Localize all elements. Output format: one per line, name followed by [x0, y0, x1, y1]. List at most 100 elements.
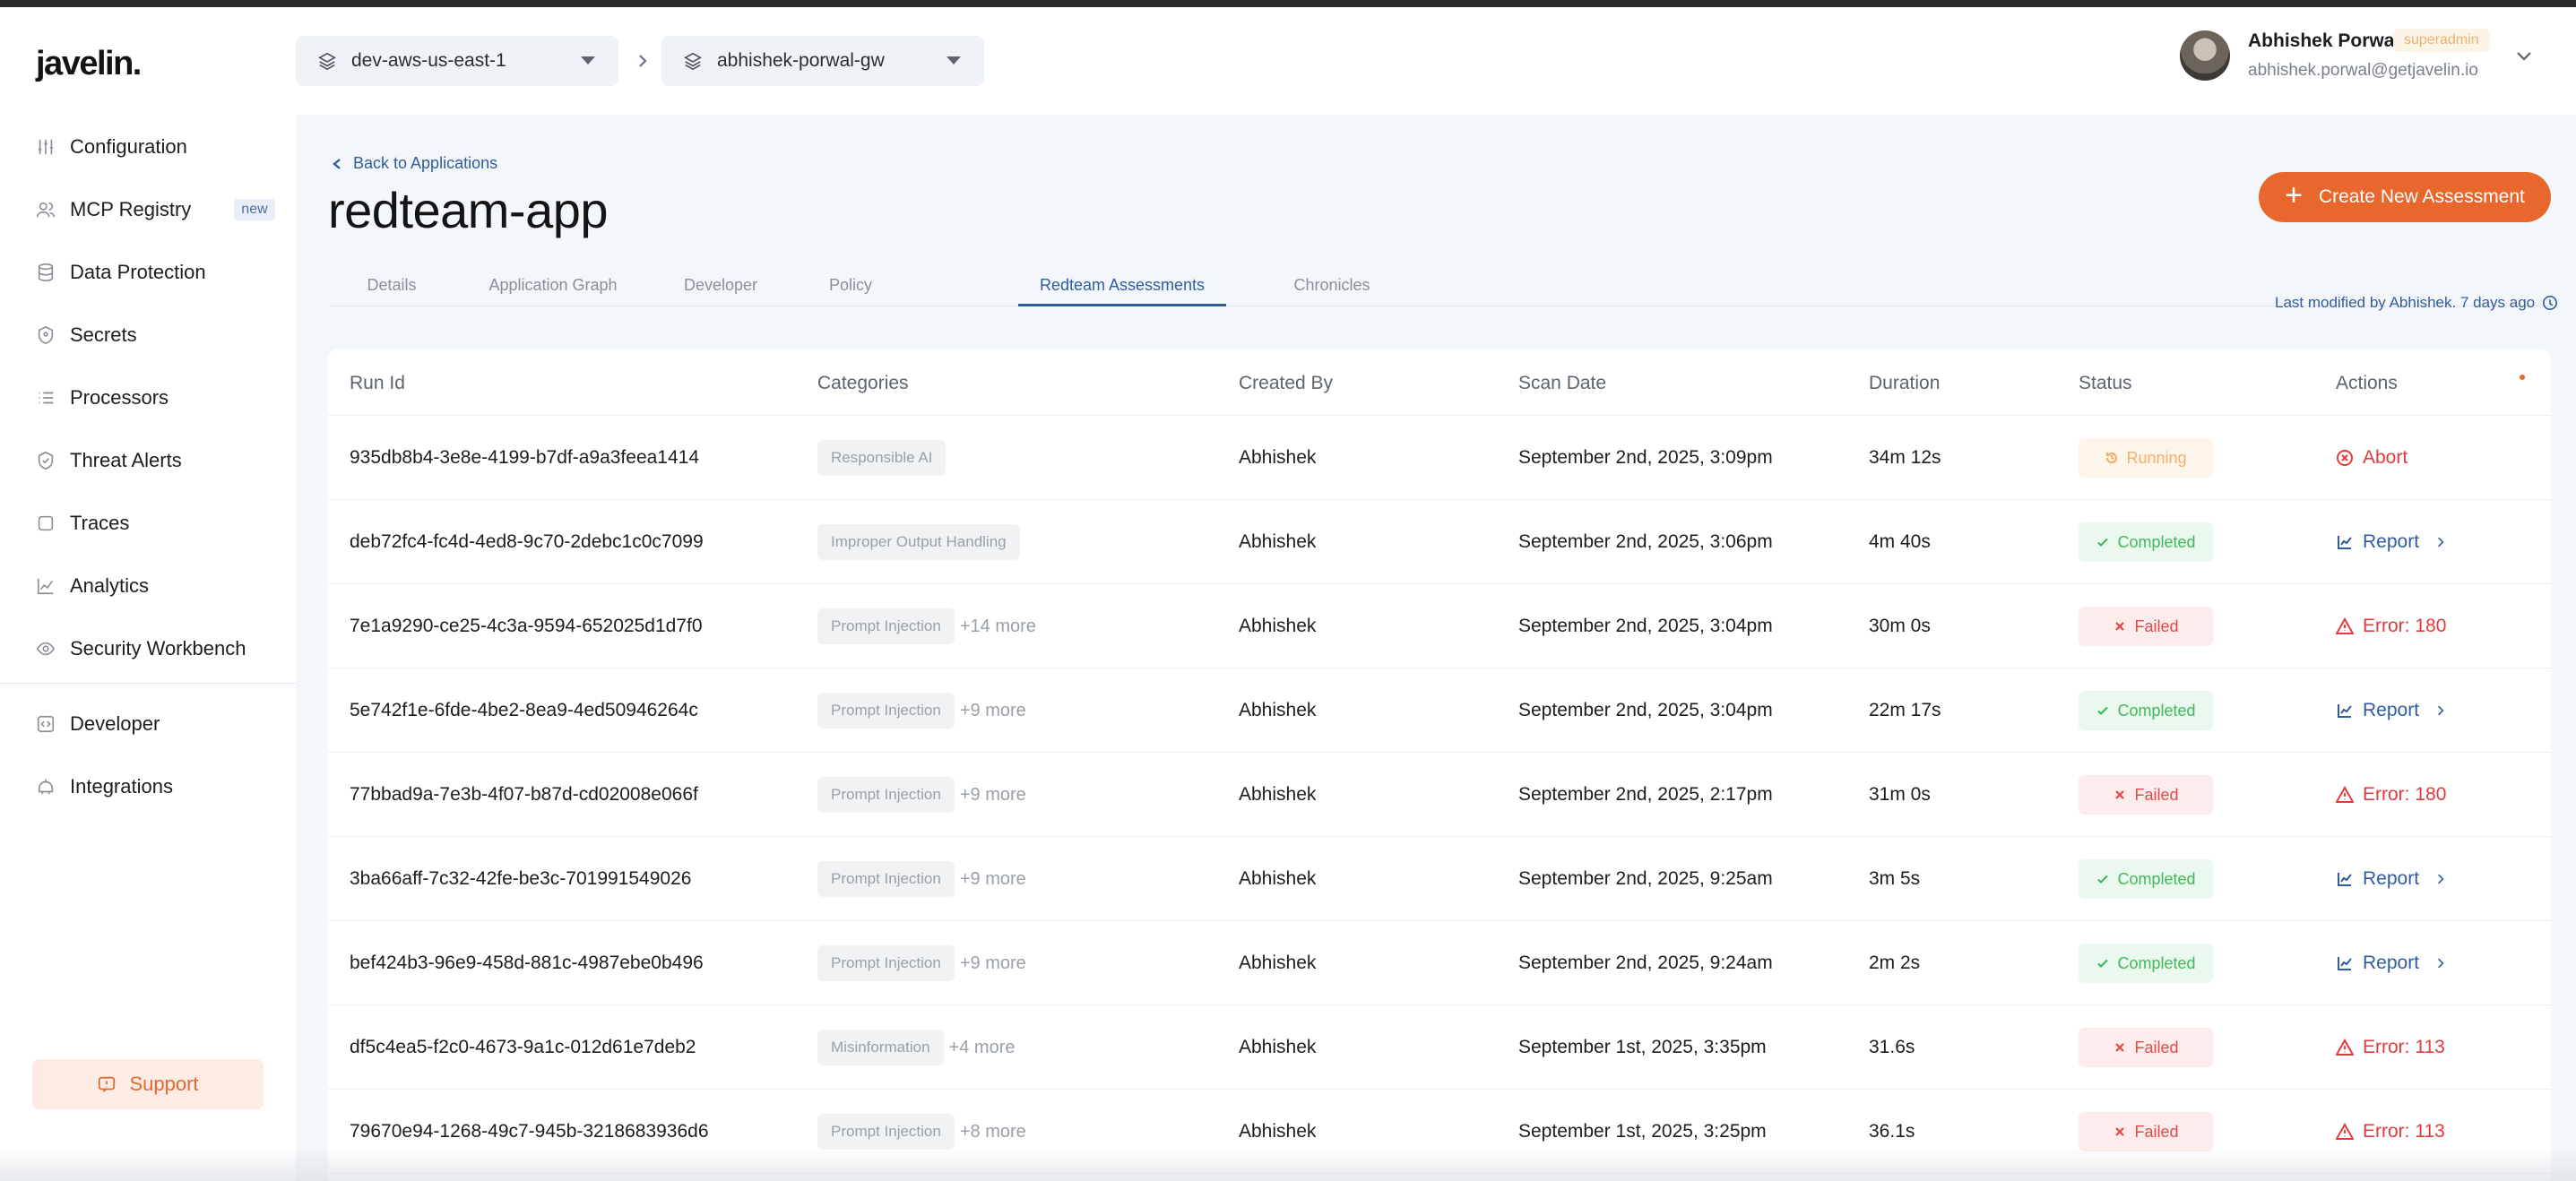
created-by-cell: Abhishek: [1239, 784, 1317, 805]
more-categories-link[interactable]: +8 more: [960, 1122, 1026, 1142]
status-cell: Completed: [2079, 921, 2213, 1005]
more-categories-link[interactable]: +14 more: [960, 616, 1036, 637]
status-cell: Completed: [2079, 500, 2213, 584]
code-icon: [37, 715, 55, 733]
sidebar-item-data-protection[interactable]: Data Protection: [36, 253, 206, 292]
chart-icon: [2338, 704, 2352, 718]
run-id-cell: df5c4ea5-f2c0-4673-9a1c-012d61e7deb2: [350, 1037, 696, 1057]
sidebar-item-mcp-registry[interactable]: MCP Registry new: [36, 190, 275, 229]
column-header-categories[interactable]: Categories: [817, 373, 909, 394]
run-id-cell: bef424b3-96e9-458d-881c-4987ebe0b496: [350, 953, 704, 973]
status-cell: Failed: [2079, 584, 2213, 668]
categories-cell: Misinformation +4 more: [817, 1005, 1015, 1090]
check-icon: [2097, 875, 2109, 884]
table-row[interactable]: 77bbad9a-7e3b-4f07-b87d-cd02008e066f Prom…: [328, 753, 2551, 837]
sidebar-item-security-workbench[interactable]: Security Workbench: [36, 629, 246, 668]
run-id-cell: 3ba66aff-7c32-42fe-be3c-701991549026: [350, 868, 692, 889]
tab-developer[interactable]: Developer: [651, 276, 791, 306]
status-label: Completed: [2117, 532, 2196, 551]
column-header-status[interactable]: Status: [2079, 373, 2132, 394]
user-menu-toggle[interactable]: [2515, 50, 2533, 63]
x-icon: [2115, 1127, 2125, 1136]
scan-date-cell: September 2nd, 2025, 9:25am: [1518, 868, 1773, 889]
plus-icon: +: [2285, 178, 2303, 212]
top-header: dev-aws-us-east-1 abhishek-porwal-gw: [296, 7, 2576, 115]
tab-details[interactable]: Details: [328, 276, 455, 306]
app-logo[interactable]: javelin.: [36, 45, 142, 83]
table-row[interactable]: bef424b3-96e9-458d-881c-4987ebe0b496 Prom…: [328, 921, 2551, 1005]
sidebar-item-developer[interactable]: Developer: [36, 704, 160, 744]
error-action[interactable]: Error: 180: [2336, 616, 2446, 637]
category-tag: Prompt Injection: [817, 1114, 955, 1150]
actions-cell: Report: [2336, 500, 2448, 584]
tab-application-graph[interactable]: Application Graph: [455, 276, 651, 306]
report-action[interactable]: Report: [2336, 953, 2448, 974]
sidebar-item-secrets[interactable]: Secrets: [36, 315, 137, 355]
table-row[interactable]: 5e742f1e-6fde-4be2-8ea9-4ed50946264c Prom…: [328, 668, 2551, 753]
more-categories-link[interactable]: +4 more: [949, 1038, 1016, 1058]
created-by-cell: Abhishek: [1239, 1037, 1317, 1057]
more-categories-link[interactable]: +9 more: [960, 953, 1026, 974]
x-icon: [2115, 1043, 2125, 1052]
create-new-assessment-button[interactable]: + Create New Assessment: [2259, 172, 2551, 222]
error-action[interactable]: Error: 180: [2336, 784, 2446, 806]
created-by-cell: Abhishek: [1239, 868, 1317, 889]
column-header-run-id[interactable]: Run Id: [350, 373, 405, 394]
sidebar-item-analytics[interactable]: Analytics: [36, 566, 149, 606]
caret-down-icon: [947, 56, 961, 65]
category-tag: Prompt Injection: [817, 861, 955, 897]
duration-cell: 30m 0s: [1869, 616, 1931, 636]
report-action[interactable]: Report: [2336, 700, 2448, 721]
eye-icon: [36, 642, 56, 656]
tab-redteam-assessments[interactable]: Redteam Assessments: [1018, 276, 1226, 306]
sidebar-item-configuration[interactable]: Configuration: [36, 127, 187, 167]
table-row[interactable]: 3ba66aff-7c32-42fe-be3c-701991549026 Prom…: [328, 837, 2551, 921]
duration-cell: 31m 0s: [1869, 784, 1931, 805]
column-header-created-by[interactable]: Created By: [1239, 373, 1333, 394]
table-row[interactable]: 79670e94-1268-49c7-945b-3218683936d6 Prom…: [328, 1090, 2551, 1174]
sidebar-item-threat-alerts[interactable]: Threat Alerts: [36, 441, 182, 480]
environment-selector[interactable]: dev-aws-us-east-1: [296, 36, 618, 86]
avatar[interactable]: [2180, 30, 2230, 81]
tab-chronicles[interactable]: Chronicles: [1242, 276, 1422, 306]
chevron-right-icon: [2438, 958, 2444, 969]
table-row[interactable]: 7e1a9290-ce25-4c3a-9594-652025d1d7f0 Prom…: [328, 584, 2551, 668]
support-button[interactable]: Support: [32, 1059, 264, 1109]
scan-date-cell: September 2nd, 2025, 3:04pm: [1518, 616, 1773, 636]
action-label: Error: 180: [2363, 616, 2447, 636]
column-header-duration[interactable]: Duration: [1869, 373, 1940, 394]
assessments-table: Run Id Categories Created By Scan Date D…: [328, 349, 2551, 1181]
tab-policy[interactable]: Policy: [791, 276, 911, 306]
more-categories-link[interactable]: +9 more: [960, 701, 1026, 721]
column-header-actions[interactable]: Actions: [2336, 373, 2398, 394]
report-action[interactable]: Report: [2336, 531, 2448, 553]
chart-icon: [2338, 957, 2352, 970]
gateway-selector[interactable]: abhishek-porwal-gw: [661, 36, 984, 86]
abort-action[interactable]: Abort: [2336, 447, 2407, 469]
column-header-scan-date[interactable]: Scan Date: [1518, 373, 1606, 394]
last-modified-text: Last modified by Abhishek. 7 days ago: [2275, 294, 2536, 311]
sidebar-item-integrations[interactable]: Integrations: [36, 767, 173, 806]
support-label: Support: [129, 1073, 199, 1095]
scan-date-cell: September 2nd, 2025, 2:17pm: [1518, 784, 1773, 805]
warning-icon: [2336, 617, 2354, 634]
created-by-cell: Abhishek: [1239, 531, 1317, 552]
table-row[interactable]: df5c4ea5-f2c0-4673-9a1c-012d61e7deb2 Misi…: [328, 1005, 2551, 1090]
status-label: Failed: [2134, 785, 2179, 804]
more-categories-link[interactable]: +9 more: [960, 785, 1026, 806]
categories-cell: Responsible AI: [817, 416, 947, 500]
table-row[interactable]: 935db8b4-3e8e-4199-b7df-a9a3feea1414 Resp…: [328, 416, 2551, 500]
report-action[interactable]: Report: [2336, 868, 2448, 890]
more-categories-link[interactable]: +9 more: [960, 869, 1026, 890]
error-action[interactable]: Error: 113: [2336, 1037, 2445, 1058]
action-label: Error: 113: [2363, 1037, 2445, 1057]
page-title: redteam-app: [328, 182, 609, 238]
sidebar-item-traces[interactable]: Traces: [36, 504, 129, 543]
info-icon[interactable]: [2542, 295, 2558, 311]
status-cell: Failed: [2079, 1090, 2213, 1174]
sidebar-item-label: Traces: [70, 512, 130, 534]
sidebar-item-processors[interactable]: Processors: [36, 378, 169, 418]
back-to-applications-link[interactable]: Back to Applications: [332, 154, 497, 173]
table-row[interactable]: deb72fc4-fc4d-4ed8-9c70-2debc1c0c7099 Imp…: [328, 500, 2551, 584]
error-action[interactable]: Error: 113: [2336, 1121, 2445, 1142]
